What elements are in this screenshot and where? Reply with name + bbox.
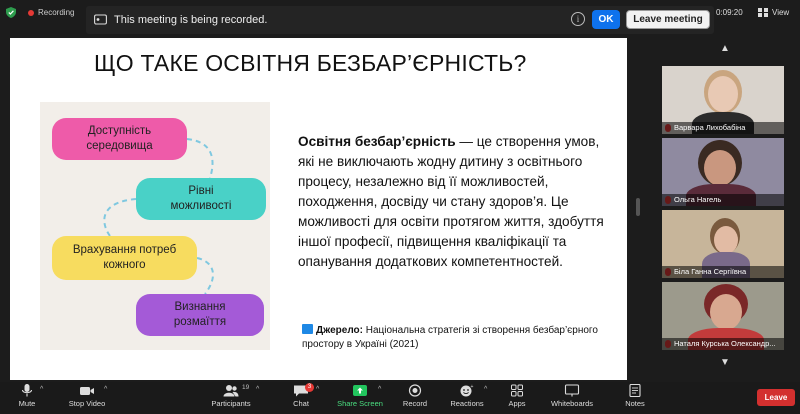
record-icon xyxy=(408,384,422,397)
notes-icon xyxy=(629,384,641,397)
info-icon[interactable]: i xyxy=(571,12,585,26)
notes-label: Notes xyxy=(625,399,645,408)
apps-label: Apps xyxy=(508,399,526,408)
pill-line: Врахування потреб xyxy=(72,244,177,256)
pill-diversity: Визнання розмаїття xyxy=(136,294,264,336)
participant-tile[interactable]: Наталя Курська Олександр... xyxy=(662,282,784,350)
reactions-button[interactable]: + Reactions xyxy=(448,384,486,408)
participant-name: Варвара Лихобабіна xyxy=(662,122,784,134)
apps-icon xyxy=(511,384,523,397)
pill-line: Визнання xyxy=(174,301,226,313)
microphone-icon xyxy=(21,384,33,397)
record-button[interactable]: Record xyxy=(400,384,430,408)
shared-screen-slide: ЩО ТАКЕ ОСВІТНЯ БЕЗБАР’ЄРНІСТЬ? Доступні… xyxy=(10,38,627,380)
notes-button[interactable]: Notes xyxy=(622,384,648,408)
whiteboard-icon xyxy=(564,384,580,397)
mute-options-chevron-icon[interactable]: ^ xyxy=(40,386,43,393)
slide-source: Джерело: Національна стратегія зі створе… xyxy=(302,324,602,352)
gallery-scroll-up-icon[interactable]: ▲ xyxy=(716,42,734,56)
book-icon xyxy=(302,324,313,334)
participants-icon xyxy=(223,385,239,397)
ok-button[interactable]: OK xyxy=(592,10,620,29)
share-screen-button[interactable]: Share Screen xyxy=(336,384,384,408)
pill-line: Доступність xyxy=(87,125,152,137)
share-options-chevron-icon[interactable]: ^ xyxy=(378,386,381,393)
chat-options-chevron-icon[interactable]: ^ xyxy=(316,386,319,393)
participant-name: Біла Ганна Сергіївна xyxy=(662,266,784,278)
smiley-plus-icon: + xyxy=(460,384,474,397)
source-label: Джерело: xyxy=(316,325,363,336)
whiteboards-label: Whiteboards xyxy=(550,399,594,408)
gallery-scroll-down-icon[interactable]: ▼ xyxy=(716,356,734,370)
participant-tile[interactable]: Варвара Лихобабіна xyxy=(662,66,784,134)
stop-video-label: Stop Video xyxy=(68,399,106,408)
meeting-toolbar: Mute ^ Stop Video ^ Participants 19 ^ Ch… xyxy=(0,382,800,414)
participants-count: 19 xyxy=(242,384,250,391)
participant-name: Наталя Курська Олександр... xyxy=(662,338,784,350)
pill-individual-needs: Врахування потреб кожного xyxy=(52,236,197,280)
participant-face xyxy=(708,76,738,112)
participant-tile[interactable]: Ольга Нагель xyxy=(662,138,784,206)
meeting-timer: 0:09:20 xyxy=(716,8,743,17)
participant-tile[interactable]: Біла Ганна Сергіївна xyxy=(662,210,784,278)
grid-view-icon[interactable] xyxy=(758,8,768,17)
recording-notice-banner: This meeting is being recorded. i OK Lea… xyxy=(86,6,714,34)
mute-button[interactable]: Mute xyxy=(12,384,42,408)
recording-label[interactable]: Recording xyxy=(38,8,74,17)
leave-meeting-button[interactable]: Leave meeting xyxy=(626,10,710,29)
share-screen-label: Share Screen xyxy=(337,399,383,408)
participant-face xyxy=(714,226,738,254)
shield-icon[interactable] xyxy=(6,7,16,18)
participant-gallery: ▲ Варвара Лихобабіна Ольга Нагель Біла Г… xyxy=(660,38,790,380)
svg-text:+: + xyxy=(471,384,474,390)
participants-options-chevron-icon[interactable]: ^ xyxy=(256,386,259,393)
pill-line: розмаїття xyxy=(173,316,227,328)
video-camera-icon xyxy=(80,387,94,395)
video-camera-icon xyxy=(94,14,107,25)
record-label: Record xyxy=(402,399,428,408)
slide-title: ЩО ТАКЕ ОСВІТНЯ БЕЗБАР’ЄРНІСТЬ? xyxy=(94,50,527,76)
pill-line: Рівні xyxy=(188,185,214,197)
pill-line: середовища xyxy=(86,140,153,152)
recording-notice-text: This meeting is being recorded. xyxy=(114,14,268,26)
recording-dot-icon xyxy=(28,10,34,16)
participant-face xyxy=(704,150,736,186)
reactions-label: Reactions xyxy=(450,399,484,408)
leave-button[interactable]: Leave xyxy=(757,389,795,406)
pill-equal-opportunities: Рівні можливості xyxy=(136,178,266,220)
definition-term: Освітня безбар’єрність xyxy=(298,134,456,149)
video-options-chevron-icon[interactable]: ^ xyxy=(104,386,107,393)
mute-label: Mute xyxy=(18,399,36,408)
whiteboards-button[interactable]: Whiteboards xyxy=(548,384,596,408)
share-screen-icon xyxy=(353,385,367,396)
view-button[interactable]: View xyxy=(772,8,789,17)
chat-label: Chat xyxy=(293,399,309,408)
reactions-options-chevron-icon[interactable]: ^ xyxy=(484,386,487,393)
pill-line: можливості xyxy=(170,200,232,212)
diagram-panel: Доступність середовища Рівні можливості Вр… xyxy=(40,102,270,350)
pill-line: кожного xyxy=(103,259,146,271)
pill-accessibility: Доступність середовища xyxy=(52,118,187,160)
slide-definition-text: Освітня безбар’єрність — це створення ум… xyxy=(298,132,608,272)
chat-unread-badge: 3 xyxy=(305,383,314,392)
apps-button[interactable]: Apps xyxy=(506,384,528,408)
zoom-meeting-window: Recording 0:09:20 View This meeting is b… xyxy=(0,0,800,414)
participant-face xyxy=(710,294,742,330)
slide-scrollbar[interactable] xyxy=(636,198,640,216)
definition-body: — це створення умов, які не виключають ж… xyxy=(298,134,604,269)
participant-name: Ольга Нагель xyxy=(662,194,784,206)
participants-label: Participants xyxy=(211,399,251,408)
